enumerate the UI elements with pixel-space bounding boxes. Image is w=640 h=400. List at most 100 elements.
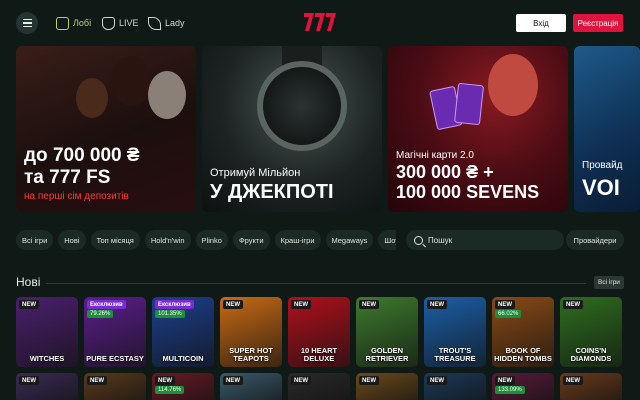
game-tile[interactable]: NEW TROUT'S TREASURE xyxy=(424,297,486,367)
game-tile[interactable]: NEW 133.09% xyxy=(492,373,554,400)
card-image xyxy=(453,82,485,126)
promo-banner-provider[interactable]: Провайд VOI xyxy=(574,46,640,212)
register-button[interactable]: Реєстрація xyxy=(573,14,623,32)
brand-logo[interactable] xyxy=(302,11,338,33)
banner-headline: VOI xyxy=(582,175,620,200)
game-title: SUPER HOT TEAPOTS xyxy=(229,346,273,364)
game-rtp-badge: 101.35% xyxy=(155,310,185,318)
game-title: GOLDEN RETRIEVER xyxy=(365,346,409,364)
providers-button[interactable]: Провайдери xyxy=(566,230,624,250)
game-title: WITCHES xyxy=(29,354,65,364)
promo-figure-image xyxy=(148,71,186,119)
banner-subtitle: на перші сім депозитів xyxy=(24,191,129,202)
search-icon xyxy=(414,235,423,245)
shield-icon xyxy=(102,16,115,30)
promo-figure-image xyxy=(76,78,108,118)
game-badge: NEW xyxy=(495,376,515,385)
category-plinko[interactable]: Plinko xyxy=(195,230,228,250)
search-input[interactable]: Пошук xyxy=(406,230,564,250)
game-badge: NEW xyxy=(563,376,583,385)
game-badge: Ексклюзив xyxy=(155,300,194,309)
feather-icon xyxy=(148,16,161,30)
game-tile[interactable]: NEW COINS'N DIAMONDS xyxy=(560,297,622,367)
banner-headline: У ДЖЕКПОТІ xyxy=(210,181,334,203)
game-badge: NEW xyxy=(427,376,447,385)
menu-icon[interactable] xyxy=(16,12,38,34)
game-rtp-badge: 79.26% xyxy=(87,310,114,318)
game-badge: NEW xyxy=(223,300,243,309)
game-title: BOOK OF HIDDEN TOMBS xyxy=(494,346,552,364)
all-games-button[interactable]: Всі ігри xyxy=(594,276,624,289)
banner-headline: 300 000 ₴ + xyxy=(396,162,494,182)
game-badge: Ексклюзив xyxy=(87,300,126,309)
nav-lobby[interactable]: Лобі xyxy=(56,15,91,31)
banner-headline: та 777 FS xyxy=(24,167,111,188)
game-badge: NEW xyxy=(291,300,311,309)
game-tile[interactable]: NEW 114.76% xyxy=(152,373,214,400)
home-icon xyxy=(56,16,69,30)
login-button[interactable]: Вхід xyxy=(516,14,566,32)
category-all[interactable]: Всі ігри xyxy=(16,230,54,250)
game-tile[interactable]: NEW GOLDEN RETRIEVER xyxy=(356,297,418,367)
game-badge: NEW xyxy=(223,376,243,385)
category-crash[interactable]: Краш-ігри xyxy=(274,230,321,250)
banner-subtitle: Отримуй Мільйон xyxy=(210,167,301,179)
category-hold-n-win[interactable]: Hold'n'win xyxy=(144,230,191,250)
game-rtp-badge: 133.09% xyxy=(495,386,525,394)
game-rtp-badge: 66.02% xyxy=(495,310,522,318)
category-show[interactable]: Шоу ігри xyxy=(378,230,396,250)
game-tile[interactable]: NEW xyxy=(220,373,282,400)
banner-subtitle: Магічні карти 2.0 xyxy=(396,150,474,161)
category-bar: Всі ігри Нові Топ місяця Hold'n'win Plin… xyxy=(16,230,396,250)
category-new[interactable]: Нові xyxy=(58,230,86,250)
game-tile[interactable]: NEW SUPER HOT TEAPOTS xyxy=(220,297,282,367)
game-badge: NEW xyxy=(563,300,583,309)
game-badge: NEW xyxy=(19,376,39,385)
top-header: Лобі LIVE Lady Вхід Реєстрація xyxy=(0,0,640,46)
game-tile[interactable]: NEW xyxy=(424,373,486,400)
game-badge: NEW xyxy=(291,376,311,385)
game-title: MULTICOIN xyxy=(162,354,204,364)
section-divider xyxy=(46,283,586,284)
banner-headline: до 700 000 ₴ xyxy=(24,145,140,166)
promo-banner-deposit[interactable]: до 700 000 ₴ та 777 FS на перші сім депо… xyxy=(16,46,196,212)
game-badge: NEW xyxy=(87,376,107,385)
game-title: PURE ECSTASY xyxy=(86,354,144,364)
search-placeholder: Пошук xyxy=(428,235,453,245)
game-badge: NEW xyxy=(359,300,379,309)
promo-banner-jackpot[interactable]: Отримуй Мільйон У ДЖЕКПОТІ xyxy=(202,46,382,212)
banner-headline: 100 000 SEVENS xyxy=(396,182,540,202)
nav-lady[interactable]: Lady xyxy=(148,15,185,31)
game-title: TROUT'S TREASURE xyxy=(434,346,476,364)
watch-image xyxy=(257,61,347,151)
game-badge: NEW xyxy=(495,300,515,309)
game-rtp-badge: 114.76% xyxy=(155,386,185,394)
game-badge: NEW xyxy=(19,300,39,309)
game-tile[interactable]: NEW xyxy=(16,373,78,400)
game-tile[interactable]: NEW xyxy=(84,373,146,400)
banner-subtitle: Провайд xyxy=(582,160,623,171)
section-title: Нові xyxy=(16,275,41,289)
category-top-month[interactable]: Топ місяця xyxy=(90,230,140,250)
promo-banner-magic-cards[interactable]: Магічні карти 2.0 300 000 ₴ + 100 000 SE… xyxy=(388,46,568,212)
game-title: COINS'N DIAMONDS xyxy=(570,346,612,364)
game-tile[interactable]: NEW WITCHES xyxy=(16,297,78,367)
game-tile[interactable]: NEW xyxy=(356,373,418,400)
game-tile[interactable]: NEW xyxy=(288,373,350,400)
game-badge: NEW xyxy=(155,376,175,385)
nav-lobby-label: Лобі xyxy=(73,18,92,28)
game-tile[interactable]: Ексклюзив 101.35% MULTICOIN xyxy=(152,297,214,367)
game-badge: NEW xyxy=(427,300,447,309)
promo-figure-image xyxy=(111,56,151,106)
game-badge: NEW xyxy=(359,376,379,385)
game-tile[interactable]: NEW xyxy=(560,373,622,400)
nav-live[interactable]: LIVE xyxy=(102,15,139,31)
game-tile[interactable]: Ексклюзив 79.26% PURE ECSTASY xyxy=(84,297,146,367)
game-title: 10 HEART DELUXE xyxy=(300,346,338,364)
game-tile[interactable]: NEW 10 HEART DELUXE xyxy=(288,297,350,367)
nav-lady-label: Lady xyxy=(165,18,185,28)
category-megaways[interactable]: Megaways xyxy=(325,230,374,250)
category-fruits[interactable]: Фрукти xyxy=(232,230,270,250)
game-tile[interactable]: NEW 66.02% BOOK OF HIDDEN TOMBS xyxy=(492,297,554,367)
promo-figure-image xyxy=(488,54,538,116)
